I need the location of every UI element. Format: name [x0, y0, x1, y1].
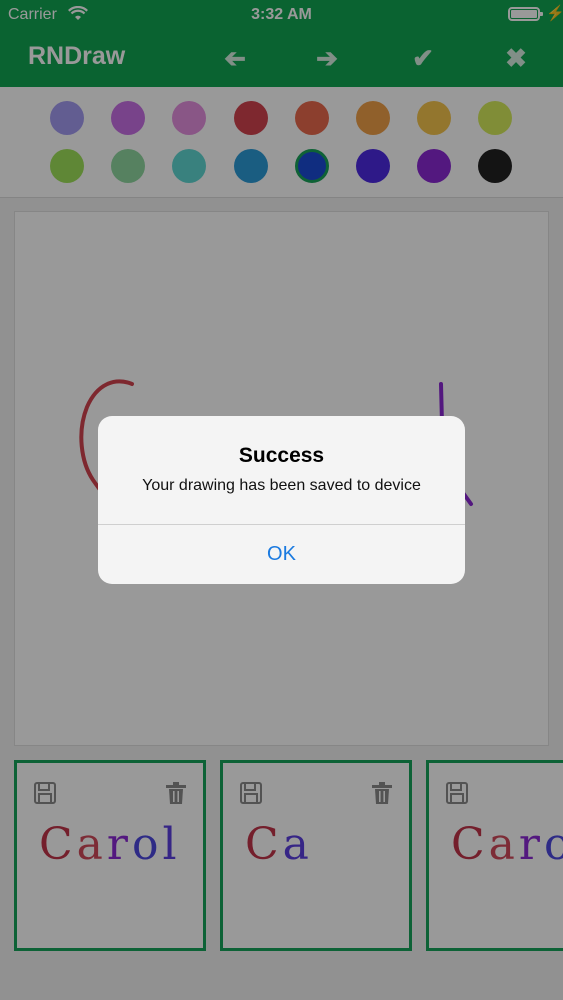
alert-message: Your drawing has been saved to device — [142, 477, 421, 494]
success-alert: Success Your drawing has been saved to d… — [98, 416, 465, 584]
ok-button[interactable]: OK — [98, 525, 465, 584]
alert-title: Success — [238, 444, 325, 467]
